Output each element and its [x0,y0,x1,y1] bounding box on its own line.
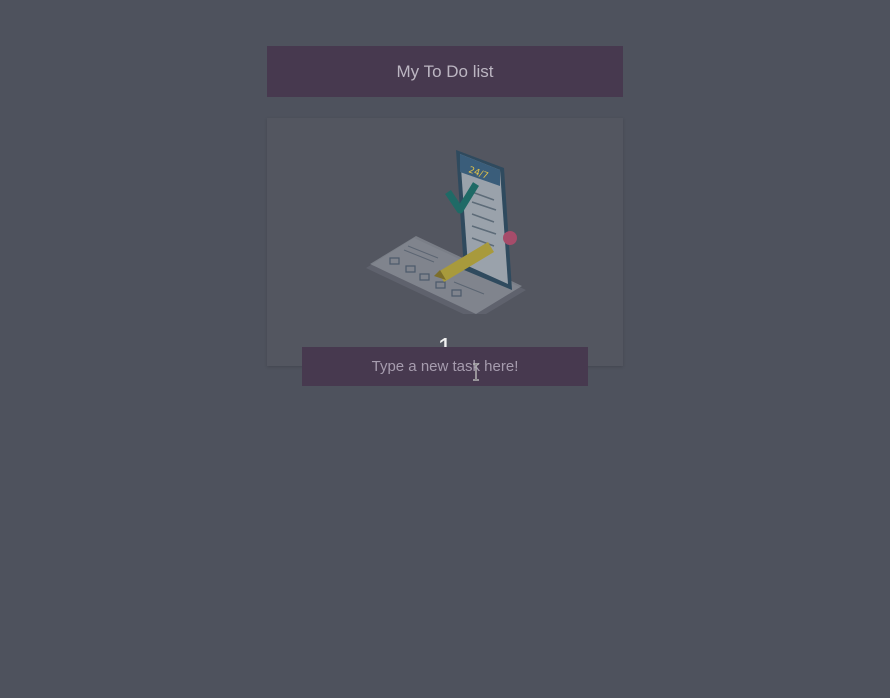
phone-checklist-illustration-icon: 24/7 [366,150,526,314]
page-title: My To Do list [396,61,494,81]
text-cursor-icon [473,363,479,381]
header-bar: My To Do list [267,46,623,97]
new-task-input[interactable] [302,347,588,386]
illustration-card: 24/7 [267,118,623,366]
